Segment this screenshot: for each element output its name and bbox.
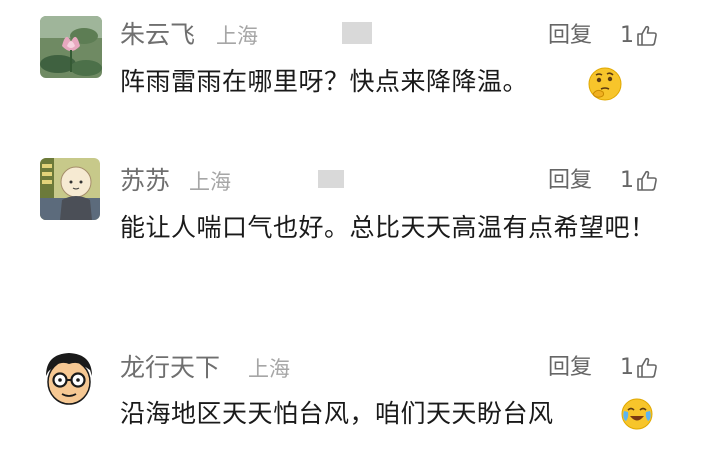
crying-face-icon bbox=[620, 397, 654, 435]
like-count: 1 bbox=[620, 355, 634, 380]
like-button[interactable]: 1 bbox=[620, 21, 659, 51]
redacted-block bbox=[318, 170, 344, 188]
reply-button[interactable]: 回复 bbox=[548, 166, 592, 196]
thumbs-up-icon bbox=[637, 170, 657, 191]
avatar[interactable] bbox=[40, 348, 98, 408]
comment-text: 沿海地区天天怕台风，咱们天天盼台风 bbox=[120, 399, 554, 428]
cartoon-glasses-avatar-image bbox=[40, 348, 98, 408]
like-count: 1 bbox=[620, 23, 634, 48]
location-label: 上海 bbox=[216, 24, 258, 48]
cartoon-monk-avatar-image bbox=[40, 158, 100, 220]
avatar[interactable] bbox=[40, 16, 102, 78]
lotus-avatar-image bbox=[40, 16, 102, 78]
reply-button[interactable]: 回复 bbox=[548, 353, 592, 383]
reply-button[interactable]: 回复 bbox=[548, 21, 592, 51]
like-button[interactable]: 1 bbox=[620, 166, 659, 196]
location-label: 上海 bbox=[248, 357, 290, 381]
avatar[interactable] bbox=[40, 158, 100, 220]
like-button[interactable]: 1 bbox=[620, 353, 659, 383]
comment-text: 能让人喘口气也好。总比天天高温有点希望吧！ bbox=[120, 213, 656, 242]
username[interactable]: 苏苏 bbox=[120, 166, 170, 196]
thumbs-up-icon bbox=[637, 25, 657, 46]
redacted-block bbox=[342, 22, 372, 44]
like-count: 1 bbox=[620, 168, 634, 193]
location-label: 上海 bbox=[189, 170, 231, 194]
thumbs-up-icon bbox=[637, 357, 657, 378]
thinking-face-icon bbox=[587, 66, 623, 106]
comment-text: 阵雨雷雨在哪里呀？快点来降降温。 bbox=[120, 67, 529, 96]
username[interactable]: 龙行天下 bbox=[120, 353, 220, 383]
username[interactable]: 朱云飞 bbox=[120, 20, 195, 50]
